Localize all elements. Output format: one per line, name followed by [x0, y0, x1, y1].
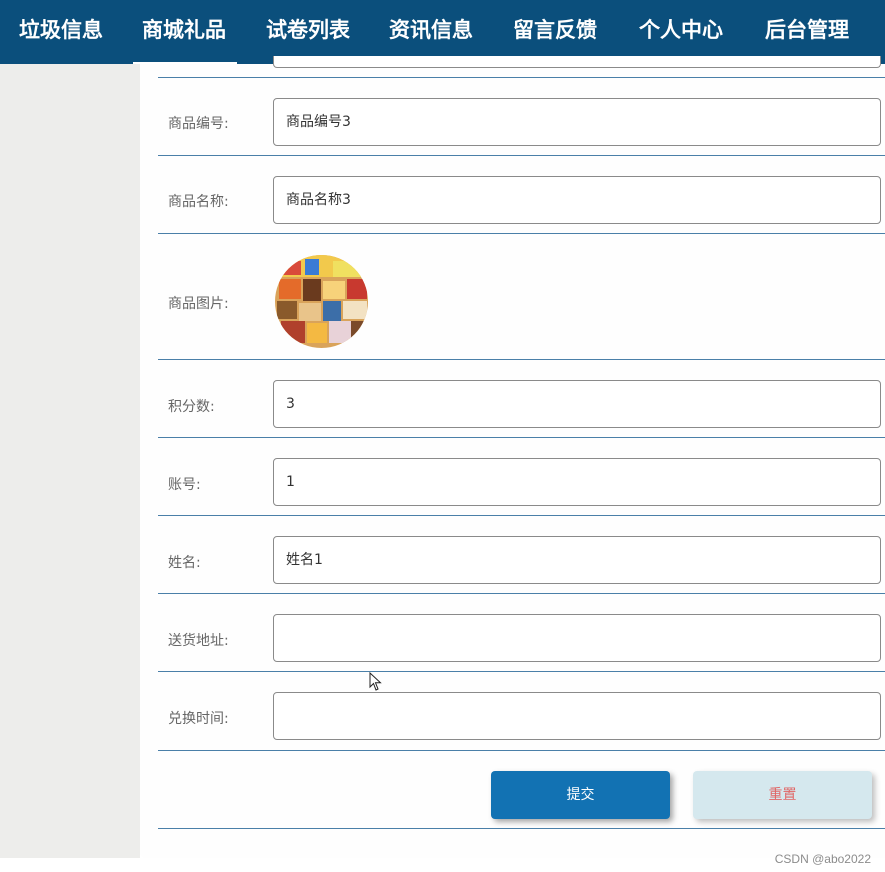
- name-label: 姓名:: [168, 555, 201, 571]
- row-divider: [158, 155, 885, 156]
- row-divider: [158, 77, 885, 78]
- nav-item-news[interactable]: 资讯信息: [389, 0, 473, 64]
- address-label: 送货地址:: [168, 633, 229, 649]
- product-image-label: 商品图片:: [168, 296, 229, 312]
- row-divider: [158, 828, 885, 829]
- exchange-time-field[interactable]: [273, 692, 881, 740]
- scrolled-field-edge[interactable]: [273, 56, 881, 68]
- account-label: 账号:: [168, 477, 201, 493]
- snacks-image: [275, 255, 368, 348]
- submit-button[interactable]: 提交: [491, 771, 670, 819]
- row-divider: [158, 593, 885, 594]
- product-name-field[interactable]: 商品名称3: [273, 176, 881, 224]
- account-field[interactable]: 1: [273, 458, 881, 506]
- reset-button[interactable]: 重置: [693, 771, 872, 819]
- top-navigation: 垃圾信息 商城礼品 试卷列表 资讯信息 留言反馈 个人中心 后台管理: [0, 0, 885, 64]
- watermark: CSDN @abo2022: [774, 852, 871, 866]
- product-image-thumbnail[interactable]: [275, 255, 368, 348]
- left-side-panel: [0, 64, 140, 858]
- points-field[interactable]: 3: [273, 380, 881, 428]
- nav-item-gift-shop[interactable]: 商城礼品: [133, 0, 237, 64]
- nav-item-personal-center[interactable]: 个人中心: [639, 0, 723, 64]
- row-divider: [158, 359, 885, 360]
- row-divider: [158, 515, 885, 516]
- row-divider: [158, 671, 885, 672]
- mouse-cursor-icon: [369, 672, 382, 691]
- nav-item-garbage-info[interactable]: 垃圾信息: [19, 0, 103, 64]
- row-divider: [158, 750, 885, 751]
- product-no-label: 商品编号:: [168, 116, 229, 132]
- exchange-time-label: 兑换时间:: [168, 711, 229, 727]
- product-no-field[interactable]: 商品编号3: [273, 98, 881, 146]
- row-divider: [158, 437, 885, 438]
- name-field[interactable]: 姓名1: [273, 536, 881, 584]
- address-field[interactable]: [273, 614, 881, 662]
- nav-item-admin[interactable]: 后台管理: [765, 0, 849, 64]
- points-label: 积分数:: [168, 399, 215, 415]
- nav-item-feedback[interactable]: 留言反馈: [513, 0, 597, 64]
- row-divider: [158, 233, 885, 234]
- nav-item-exam-list[interactable]: 试卷列表: [266, 0, 350, 64]
- product-name-label: 商品名称:: [168, 194, 229, 210]
